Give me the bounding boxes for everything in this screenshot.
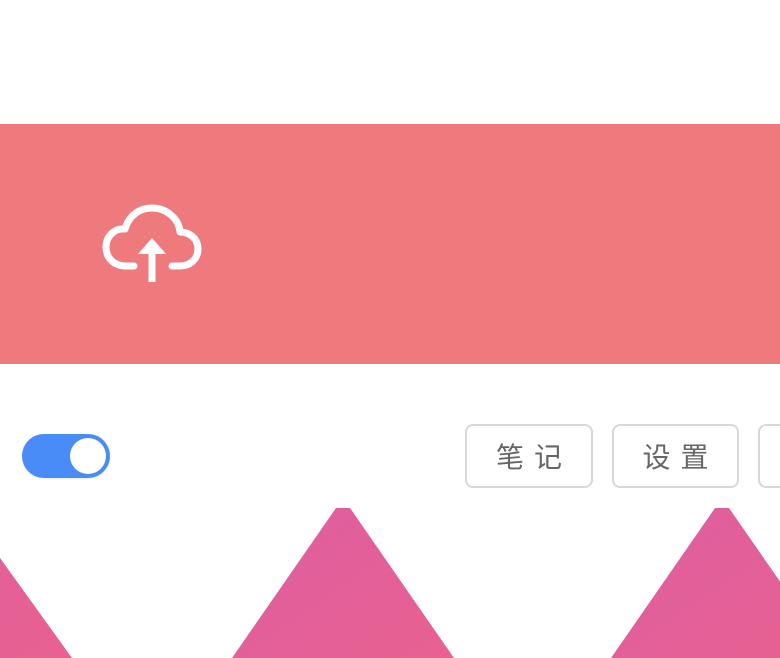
triangle-left <box>0 558 72 658</box>
partial-button-right[interactable] <box>758 424 780 488</box>
notes-button[interactable]: 笔记 <box>465 424 593 488</box>
toggle-knob[interactable] <box>70 438 106 474</box>
toolbar: 笔记 设置 <box>0 364 780 508</box>
toggle-switch[interactable] <box>22 434 110 478</box>
top-whitespace <box>0 0 780 124</box>
triangle-pattern <box>0 508 780 658</box>
cloud-upload-icon[interactable] <box>100 200 204 286</box>
settings-button[interactable]: 设置 <box>612 424 739 488</box>
triangle-middle <box>232 508 454 658</box>
triangle-right <box>611 508 780 658</box>
